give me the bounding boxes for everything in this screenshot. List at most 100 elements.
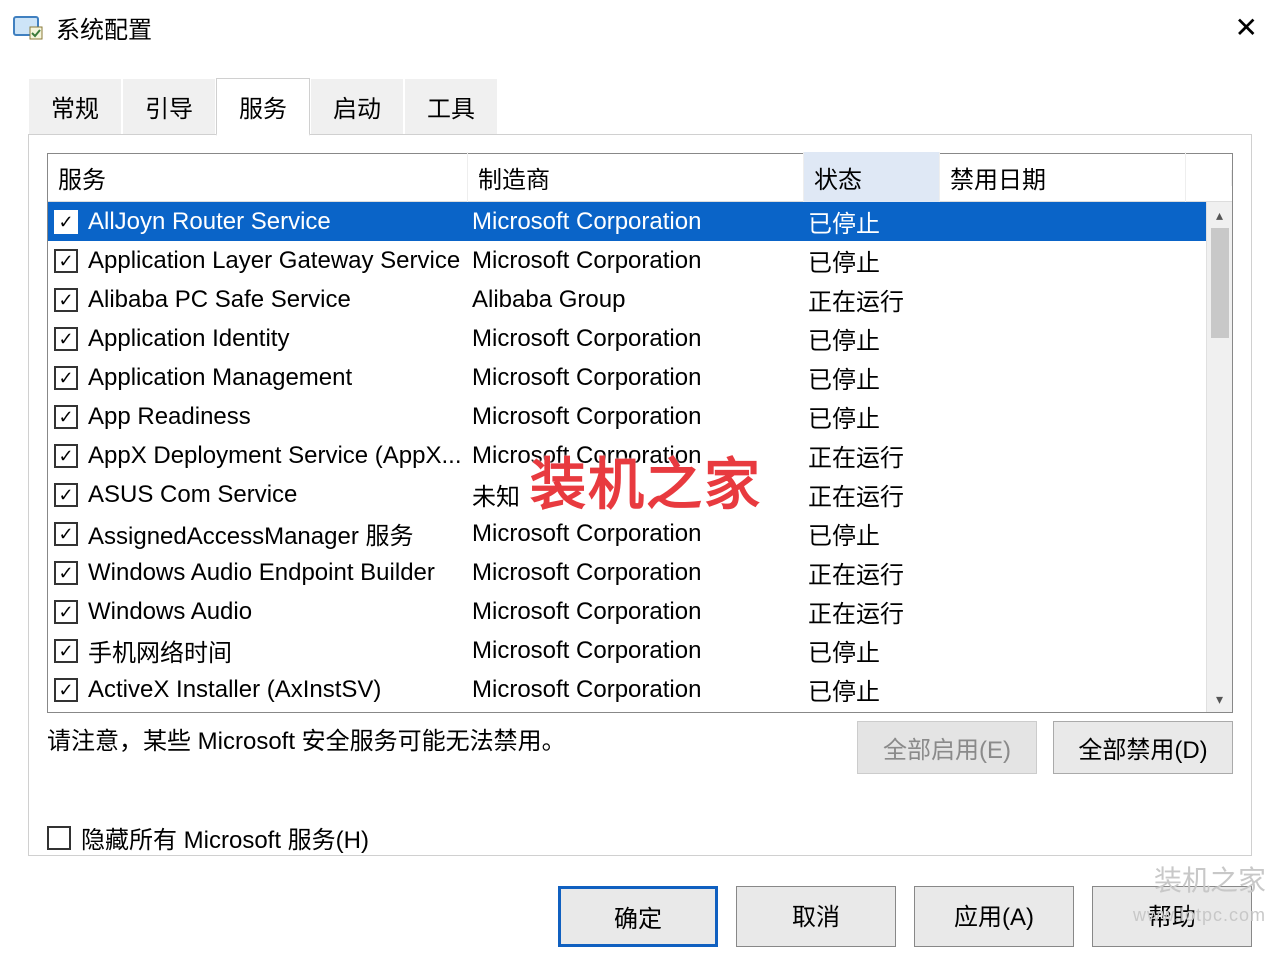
services-listview: 服务 制造商 状态 禁用日期 AllJoyn Router ServiceMic… — [47, 153, 1233, 713]
row-checkbox[interactable] — [54, 639, 78, 663]
cell-status: 已停止 — [804, 631, 940, 670]
cell-service: AllJoyn Router Service — [84, 206, 468, 238]
service-row[interactable]: AssignedAccessManager 服务Microsoft Corpor… — [48, 514, 1232, 553]
tab-tools[interactable]: 工具 — [404, 78, 498, 134]
row-checkbox[interactable] — [54, 444, 78, 468]
cell-service: Application Layer Gateway Service — [84, 245, 468, 277]
listview-header: 服务 制造商 状态 禁用日期 — [48, 154, 1232, 202]
cell-service: AssignedAccessManager 服务 — [84, 514, 468, 553]
row-checkbox[interactable] — [54, 288, 78, 312]
service-row[interactable]: Windows Audio Endpoint BuilderMicrosoft … — [48, 553, 1232, 592]
cell-service: ASUS Com Service — [84, 479, 468, 511]
cell-date-disabled — [940, 259, 1232, 263]
row-checkbox[interactable] — [54, 210, 78, 234]
help-button[interactable]: 帮助 — [1092, 886, 1252, 947]
service-row[interactable]: ActiveX Installer (AxInstSV)Microsoft Co… — [48, 670, 1232, 709]
cell-status: 正在运行 — [804, 436, 940, 475]
disable-note: 请注意，某些 Microsoft 安全服务可能无法禁用。 — [47, 721, 841, 756]
cell-manufacturer: Microsoft Corporation — [468, 206, 804, 238]
row-checkbox[interactable] — [54, 327, 78, 351]
cell-manufacturer: Microsoft Corporation — [468, 362, 804, 394]
cell-manufacturer: Microsoft Corporation — [468, 440, 804, 472]
cell-status: 已停止 — [804, 319, 940, 358]
cell-status: 已停止 — [804, 202, 940, 241]
service-row[interactable]: 手机网络时间Microsoft Corporation已停止 — [48, 631, 1232, 670]
service-row[interactable]: App ReadinessMicrosoft Corporation已停止 — [48, 397, 1232, 436]
close-icon[interactable]: ✕ — [1225, 7, 1268, 48]
row-checkbox[interactable] — [54, 405, 78, 429]
cell-manufacturer: Microsoft Corporation — [468, 245, 804, 277]
cell-status: 已停止 — [804, 241, 940, 280]
cell-date-disabled — [940, 220, 1232, 224]
row-checkbox[interactable] — [54, 249, 78, 273]
cell-manufacturer: Microsoft Corporation — [468, 557, 804, 589]
listview-body: AllJoyn Router ServiceMicrosoft Corporat… — [48, 202, 1232, 712]
scrollbar-vertical[interactable]: ▴ ▾ — [1206, 202, 1232, 712]
cell-status: 已停止 — [804, 670, 940, 709]
cell-service: App Readiness — [84, 401, 468, 433]
disable-all-button[interactable]: 全部禁用(D) — [1053, 721, 1233, 774]
cell-manufacturer: Alibaba Group — [468, 284, 804, 316]
row-checkbox[interactable] — [54, 678, 78, 702]
row-checkbox[interactable] — [54, 522, 78, 546]
cell-manufacturer: Microsoft Corporation — [468, 518, 804, 550]
cell-date-disabled — [940, 298, 1232, 302]
row-checkbox[interactable] — [54, 600, 78, 624]
cell-date-disabled — [940, 415, 1232, 419]
cell-manufacturer: Microsoft Corporation — [468, 635, 804, 667]
cell-date-disabled — [940, 454, 1232, 458]
cell-service: Alibaba PC Safe Service — [84, 284, 468, 316]
column-service[interactable]: 服务 — [48, 152, 468, 203]
tabstrip: 常规 引导 服务 启动 工具 — [0, 78, 1280, 134]
cell-service: Windows Audio — [84, 596, 468, 628]
service-row[interactable]: Application ManagementMicrosoft Corporat… — [48, 358, 1232, 397]
service-row[interactable]: Alibaba PC Safe ServiceAlibaba Group正在运行 — [48, 280, 1232, 319]
cell-manufacturer: Microsoft Corporation — [468, 401, 804, 433]
cell-status: 正在运行 — [804, 475, 940, 514]
cell-date-disabled — [940, 688, 1232, 692]
column-manufacturer[interactable]: 制造商 — [468, 152, 804, 203]
row-checkbox[interactable] — [54, 366, 78, 390]
tab-services[interactable]: 服务 — [216, 78, 310, 136]
column-status[interactable]: 状态 — [804, 152, 940, 203]
row-checkbox[interactable] — [54, 483, 78, 507]
cell-date-disabled — [940, 493, 1232, 497]
service-row[interactable]: Application IdentityMicrosoft Corporatio… — [48, 319, 1232, 358]
enable-all-button[interactable]: 全部启用(E) — [857, 721, 1037, 774]
tab-startup[interactable]: 启动 — [310, 78, 404, 134]
titlebar: 系统配置 ✕ — [0, 0, 1280, 54]
cell-service: 手机网络时间 — [84, 631, 468, 670]
service-row[interactable]: AllJoyn Router ServiceMicrosoft Corporat… — [48, 202, 1232, 241]
cell-date-disabled — [940, 649, 1232, 653]
service-row[interactable]: Application Layer Gateway ServiceMicroso… — [48, 241, 1232, 280]
cell-manufacturer: 未知 — [468, 475, 804, 514]
tab-boot[interactable]: 引导 — [122, 78, 216, 134]
cell-service: Application Identity — [84, 323, 468, 355]
hide-ms-label: 隐藏所有 Microsoft 服务(H) — [81, 820, 369, 855]
tab-general[interactable]: 常规 — [28, 78, 122, 134]
cell-status: 已停止 — [804, 397, 940, 436]
service-row[interactable]: AppX Deployment Service (AppX...Microsof… — [48, 436, 1232, 475]
cell-date-disabled — [940, 337, 1232, 341]
dialog-button-row: 确定 取消 应用(A) 帮助 — [0, 870, 1280, 969]
column-spacer — [1186, 170, 1232, 186]
hide-ms-checkbox[interactable] — [47, 826, 71, 850]
cell-date-disabled — [940, 571, 1232, 575]
cell-status: 已停止 — [804, 358, 940, 397]
column-date-disabled[interactable]: 禁用日期 — [940, 152, 1186, 203]
scroll-up-icon[interactable]: ▴ — [1207, 202, 1232, 228]
row-checkbox[interactable] — [54, 561, 78, 585]
scroll-thumb[interactable] — [1211, 228, 1229, 338]
service-row[interactable]: ASUS Com Service未知正在运行 — [48, 475, 1232, 514]
cell-status: 正在运行 — [804, 553, 940, 592]
ok-button[interactable]: 确定 — [558, 886, 718, 947]
cancel-button[interactable]: 取消 — [736, 886, 896, 947]
cell-manufacturer: Microsoft Corporation — [468, 674, 804, 706]
apply-button[interactable]: 应用(A) — [914, 886, 1074, 947]
service-row[interactable]: Windows AudioMicrosoft Corporation正在运行 — [48, 592, 1232, 631]
cell-service: AppX Deployment Service (AppX... — [84, 440, 468, 472]
cell-date-disabled — [940, 610, 1232, 614]
scroll-down-icon[interactable]: ▾ — [1207, 686, 1232, 712]
tab-panel-services: 服务 制造商 状态 禁用日期 AllJoyn Router ServiceMic… — [28, 134, 1252, 856]
cell-service: ActiveX Installer (AxInstSV) — [84, 674, 468, 706]
